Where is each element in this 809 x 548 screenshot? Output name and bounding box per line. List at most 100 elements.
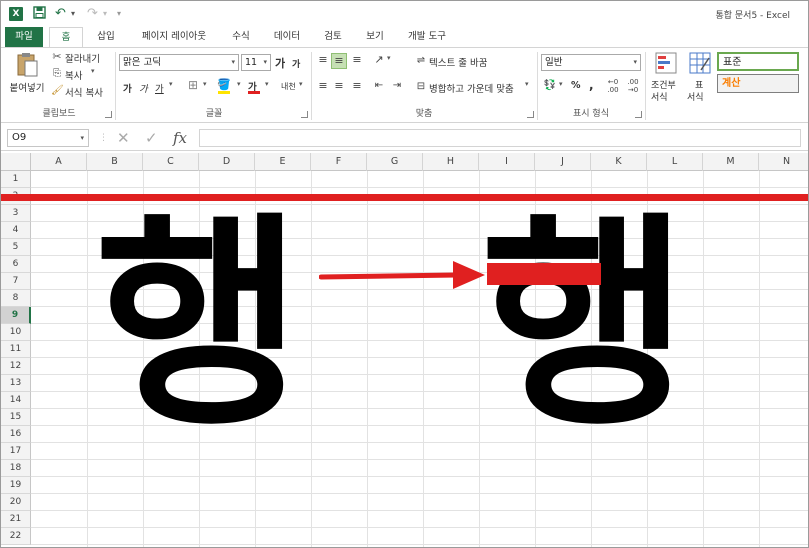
column-header-k[interactable]: K <box>591 153 647 171</box>
customize-qat-icon[interactable]: ▾ <box>117 6 121 22</box>
font-size-select[interactable]: 11 ▾ <box>241 54 271 71</box>
undo-dropdown-icon[interactable]: ▾ <box>71 6 75 22</box>
paste-button[interactable]: 붙여넣기 <box>7 52 47 98</box>
column-header-d[interactable]: D <box>199 153 255 171</box>
orientation-dropdown-icon[interactable]: ▾ <box>387 54 391 62</box>
column-header-i[interactable]: I <box>479 153 535 171</box>
number-format-select[interactable]: 일반 ▾ <box>541 54 641 71</box>
column-header-e[interactable]: E <box>255 153 311 171</box>
row-header-3[interactable]: 3 <box>1 205 31 222</box>
number-launcher-icon[interactable] <box>635 111 642 118</box>
column-header-b[interactable]: B <box>87 153 143 171</box>
shrink-font-button[interactable]: 가 <box>292 57 300 70</box>
phonetic-button[interactable]: 내천 <box>281 81 296 92</box>
row-header-22[interactable]: 22 <box>1 528 31 545</box>
clipboard-launcher-icon[interactable] <box>105 111 112 118</box>
column-header-f[interactable]: F <box>311 153 367 171</box>
row-header-9[interactable]: 9 <box>1 307 31 324</box>
conditional-formatting-button[interactable]: 조건부 서식 <box>649 52 683 104</box>
style-calculation[interactable]: 계산 <box>717 74 799 93</box>
cancel-icon[interactable]: ✕ <box>117 129 130 147</box>
increase-decimal-icon[interactable]: ←0.00 <box>605 78 621 94</box>
percent-button[interactable]: % <box>571 80 581 91</box>
row-header-17[interactable]: 17 <box>1 443 31 460</box>
undo-icon[interactable]: ↶ <box>55 6 66 22</box>
column-header-g[interactable]: G <box>367 153 423 171</box>
align-bottom-icon[interactable]: ≡ <box>349 53 365 67</box>
font-launcher-icon[interactable] <box>301 111 308 118</box>
comma-button[interactable]: , <box>589 78 594 92</box>
select-all-corner[interactable] <box>1 153 31 171</box>
tab-home[interactable]: 홈 <box>49 27 83 48</box>
column-header-n[interactable]: N <box>759 153 808 171</box>
align-left-icon[interactable]: ≡ <box>315 79 331 93</box>
cut-button[interactable]: ✂ 잘라내기 <box>51 50 111 65</box>
italic-button[interactable]: 가 <box>139 81 148 95</box>
row-header-1[interactable]: 1 <box>1 171 31 188</box>
row-header-18[interactable]: 18 <box>1 460 31 477</box>
tab-view[interactable]: 보기 <box>355 27 395 47</box>
borders-dropdown-icon[interactable]: ▾ <box>203 80 207 88</box>
merge-dropdown-icon[interactable]: ▾ <box>525 80 529 88</box>
row-header-19[interactable]: 19 <box>1 477 31 494</box>
save-icon[interactable] <box>33 6 46 22</box>
column-header-m[interactable]: M <box>703 153 759 171</box>
phonetic-dropdown-icon[interactable]: ▾ <box>299 80 303 88</box>
row-header-5[interactable]: 5 <box>1 239 31 256</box>
row-header-7[interactable]: 7 <box>1 273 31 290</box>
grow-font-button[interactable]: 가 <box>275 55 285 71</box>
bold-button[interactable]: 가 <box>123 81 132 95</box>
fill-dropdown-icon[interactable]: ▾ <box>237 80 241 88</box>
align-middle-icon[interactable]: ≡ <box>331 53 347 69</box>
column-header-a[interactable]: A <box>31 153 87 171</box>
format-as-table-button[interactable]: 표 서식 <box>685 52 715 104</box>
copy-dropdown-icon[interactable]: ▾ <box>91 67 95 75</box>
row-header-4[interactable]: 4 <box>1 222 31 239</box>
formula-input[interactable] <box>199 129 801 147</box>
row-header-6[interactable]: 6 <box>1 256 31 273</box>
merge-center-button[interactable]: ⊟ 병합하고 가운데 맞춤 ▾ <box>415 80 533 95</box>
name-box[interactable]: O9 ▾ <box>7 129 89 147</box>
chevron-down-icon[interactable]: ▾ <box>80 130 84 146</box>
font-name-select[interactable]: 맑은 고딕 ▾ <box>119 54 239 71</box>
row-header-11[interactable]: 11 <box>1 341 31 358</box>
tab-insert[interactable]: 삽입 <box>87 27 125 47</box>
style-normal[interactable]: 표준 <box>717 52 799 71</box>
enter-icon[interactable]: ✓ <box>145 129 158 147</box>
decrease-indent-icon[interactable]: ⇤ <box>371 79 387 93</box>
underline-dropdown-icon[interactable]: ▾ <box>169 80 173 88</box>
tab-developer[interactable]: 개발 도구 <box>397 27 457 47</box>
column-header-h[interactable]: H <box>423 153 479 171</box>
alignment-launcher-icon[interactable] <box>527 111 534 118</box>
orientation-icon[interactable]: ↗ <box>371 53 387 67</box>
redo-icon[interactable]: ↷ <box>87 6 98 22</box>
row-header-13[interactable]: 13 <box>1 375 31 392</box>
currency-dropdown-icon[interactable]: ▾ <box>559 80 563 88</box>
align-top-icon[interactable]: ≡ <box>315 53 331 67</box>
borders-icon[interactable]: ⊞ <box>185 78 201 92</box>
column-header-j[interactable]: J <box>535 153 591 171</box>
format-painter-button[interactable]: 🖌 서식 복사 <box>51 84 115 99</box>
tab-review[interactable]: 검토 <box>313 27 353 47</box>
row-header-21[interactable]: 21 <box>1 511 31 528</box>
increase-indent-icon[interactable]: ⇥ <box>389 79 405 93</box>
row-header-8[interactable]: 8 <box>1 290 31 307</box>
row-header-14[interactable]: 14 <box>1 392 31 409</box>
tab-formulas[interactable]: 수식 <box>221 27 261 47</box>
font-color-dropdown-icon[interactable]: ▾ <box>265 80 269 88</box>
fill-color-button[interactable]: 🪣 <box>217 78 237 94</box>
tab-page-layout[interactable]: 페이지 레이아웃 <box>129 27 219 47</box>
tab-file[interactable]: 파일 <box>5 27 43 47</box>
wrap-text-button[interactable]: ⇌ 텍스트 줄 바꿈 <box>415 54 511 69</box>
column-header-c[interactable]: C <box>143 153 199 171</box>
tab-data[interactable]: 데이터 <box>263 27 311 47</box>
redo-dropdown-icon[interactable]: ▾ <box>103 6 107 22</box>
currency-icon[interactable]: 💱 <box>543 79 557 93</box>
row-header-15[interactable]: 15 <box>1 409 31 426</box>
row-header-16[interactable]: 16 <box>1 426 31 443</box>
font-color-button[interactable]: 가 <box>247 78 265 94</box>
decrease-decimal-icon[interactable]: .00 →0 <box>625 78 641 94</box>
row-header-12[interactable]: 12 <box>1 358 31 375</box>
column-header-l[interactable]: L <box>647 153 703 171</box>
row-header-10[interactable]: 10 <box>1 324 31 341</box>
